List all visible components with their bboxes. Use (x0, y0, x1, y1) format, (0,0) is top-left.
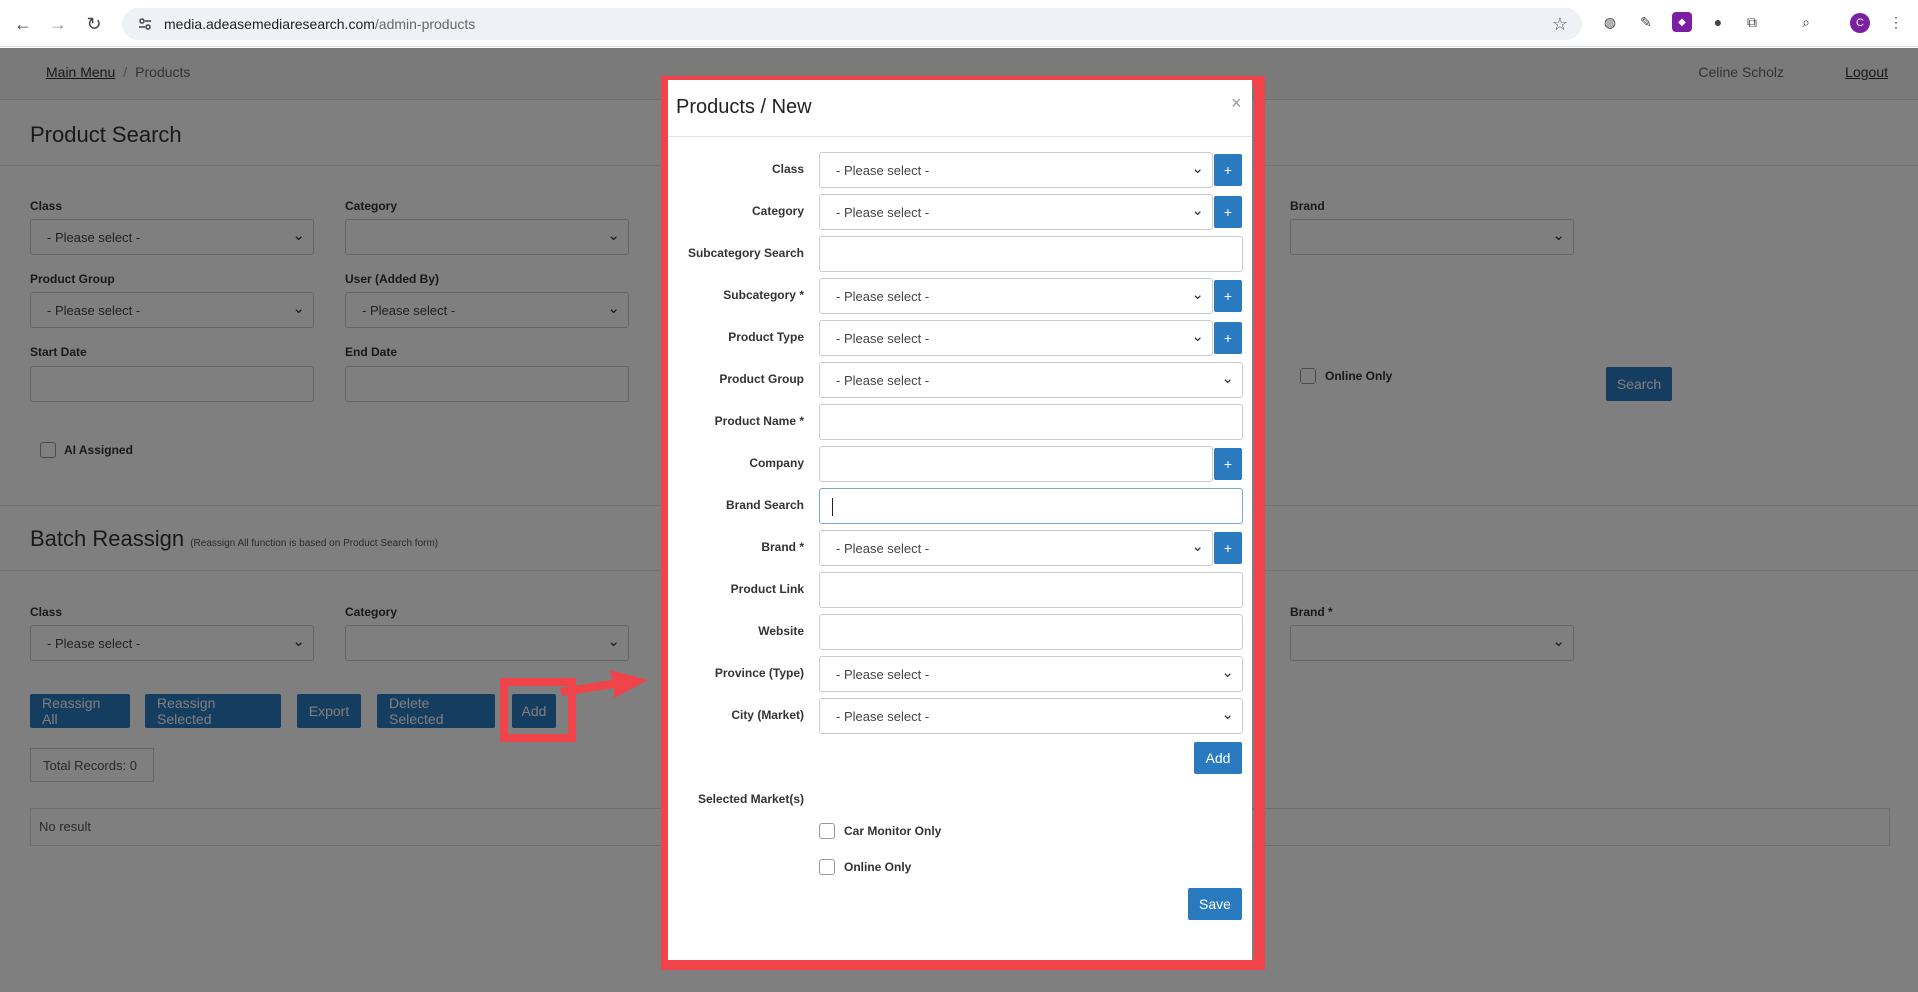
modal-product-group-select[interactable]: - Please select - (819, 362, 1243, 398)
province-select[interactable]: - Please select - (819, 656, 1243, 692)
add-market-button[interactable]: Add (1194, 742, 1242, 774)
arrow-annotation (560, 670, 648, 698)
add-subcategory-button[interactable]: + (1214, 280, 1242, 312)
brand-search-label: Brand Search (725, 498, 804, 512)
add-company-button[interactable]: + (1214, 448, 1242, 480)
add-product-type-button[interactable]: + (1214, 322, 1242, 354)
extension-puzzle-badge-icon[interactable]: ◆ (1672, 12, 1692, 32)
add-class-button[interactable]: + (1214, 154, 1242, 186)
product-type-select[interactable]: - Please select - (819, 320, 1213, 356)
company-label: Company (749, 456, 804, 470)
modal-brand-label: Brand * (761, 540, 804, 554)
product-name-input[interactable] (819, 404, 1243, 440)
modal-class-select[interactable]: - Please select - (819, 152, 1213, 188)
close-icon[interactable]: × (1231, 93, 1242, 114)
modal-title: Products / New (676, 96, 812, 118)
modal-divider (668, 136, 1252, 137)
browser-toolbar: ← → ↻ media.adeasemediaresearch.com/admi… (0, 0, 1918, 47)
url-text: media.adeasemediaresearch.com/admin-prod… (164, 16, 476, 32)
extension-dot-icon[interactable]: ● (1708, 12, 1728, 32)
menu-kebab-icon[interactable]: ⋮ (1886, 12, 1906, 32)
modal-brand-select[interactable]: - Please select - (819, 530, 1213, 566)
address-bar[interactable]: media.adeasemediaresearch.com/admin-prod… (122, 8, 1582, 40)
brand-search-input[interactable] (819, 488, 1243, 524)
modal-online-only-checkbox[interactable] (819, 859, 835, 875)
extensions-icon[interactable]: ⧉ (1742, 12, 1762, 32)
tab-search-icon[interactable]: ⌕ (1796, 12, 1816, 32)
add-brand-button[interactable]: + (1214, 532, 1242, 564)
website-input[interactable] (819, 614, 1243, 650)
product-link-input[interactable] (819, 572, 1243, 608)
modal-product-group-label: Product Group (719, 372, 804, 386)
website-label: Website (758, 624, 804, 638)
site-info-icon[interactable] (130, 16, 160, 32)
car-monitor-only-checkbox[interactable] (819, 823, 835, 839)
reload-icon[interactable]: ↻ (76, 6, 112, 42)
subcategory-search-input[interactable] (819, 236, 1243, 272)
add-category-button[interactable]: + (1214, 196, 1242, 228)
product-name-label: Product Name * (714, 414, 804, 428)
car-monitor-only-label: Car Monitor Only (844, 824, 942, 838)
city-select[interactable]: - Please select - (819, 698, 1243, 734)
product-type-label: Product Type (728, 330, 804, 344)
product-link-label: Product Link (730, 582, 804, 596)
profile-avatar[interactable]: C (1850, 13, 1870, 33)
save-button[interactable]: Save (1188, 888, 1242, 920)
text-caret (832, 498, 833, 516)
modal-category-label: Category (751, 204, 804, 218)
bookmark-star-icon[interactable]: ☆ (1552, 14, 1568, 35)
extension-globe-icon[interactable]: ◍ (1600, 12, 1620, 32)
city-label: City (Market) (731, 708, 804, 722)
modal-online-only-label: Online Only (844, 860, 912, 874)
company-input[interactable] (819, 446, 1213, 482)
subcategory-select[interactable]: - Please select - (819, 278, 1213, 314)
subcategory-search-label: Subcategory Search (687, 246, 804, 260)
back-icon[interactable]: ← (5, 6, 41, 42)
extension-link-icon[interactable]: ✎ (1636, 12, 1656, 32)
subcategory-label: Subcategory * (723, 288, 804, 302)
modal-category-select[interactable]: - Please select - (819, 194, 1213, 230)
forward-icon[interactable]: → (40, 6, 76, 42)
selected-markets-label: Selected Market(s) (697, 792, 804, 806)
province-label: Province (Type) (714, 666, 804, 680)
modal-class-label: Class (771, 162, 804, 176)
